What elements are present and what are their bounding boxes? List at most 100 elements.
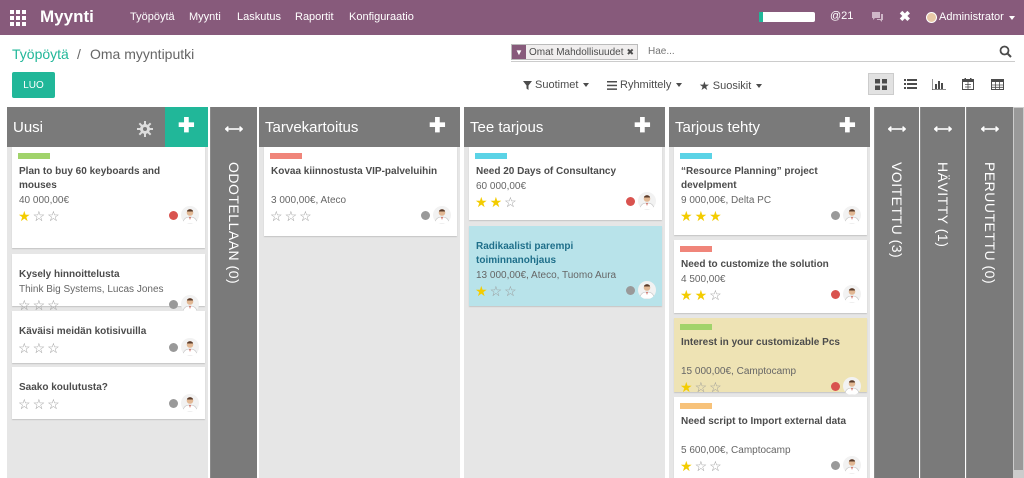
activity-status-dot[interactable] — [831, 211, 840, 220]
star-icon[interactable]: ★ — [680, 379, 695, 395]
kanban-card[interactable]: Kovaa kiinnostusta VIP-palveluihin 3 000,… — [264, 147, 457, 236]
card-title[interactable]: Interest in your customizable Pcs — [681, 336, 860, 350]
kanban-card[interactable]: Need 20 Days of Consultancy 60 000,00€ ★★☆ — [469, 147, 662, 220]
priority-stars[interactable]: ★★☆ — [475, 195, 519, 209]
star-icon[interactable]: ☆ — [33, 208, 48, 224]
star-icon[interactable]: ☆ — [695, 458, 710, 474]
star-icon[interactable]: ★ — [680, 458, 695, 474]
card-title[interactable]: Radikaalisti parempi toiminnanohjaus — [476, 240, 655, 268]
star-icon[interactable]: ★ — [490, 194, 505, 210]
star-icon[interactable]: ☆ — [285, 208, 300, 224]
kanban-view-button[interactable] — [868, 73, 894, 95]
folded-column-odotellaan[interactable]: ⟷ ODOTELLAAN (0) — [210, 107, 257, 478]
card-title[interactable]: Kovaa kiinnostusta VIP-palveluihin — [271, 165, 450, 179]
chat-icon[interactable] — [871, 11, 884, 22]
activity-status-dot[interactable] — [831, 290, 840, 299]
priority-stars[interactable]: ★☆☆ — [680, 459, 724, 473]
activity-status-dot[interactable] — [169, 211, 178, 220]
card-title[interactable]: Saako koulutusta? — [19, 381, 198, 395]
card-title[interactable]: Käväisi meidän kotisivuilla — [19, 325, 198, 339]
star-icon[interactable]: ☆ — [709, 379, 724, 395]
user-menu[interactable]: Administrator — [939, 11, 1015, 23]
star-icon[interactable]: ☆ — [47, 396, 62, 412]
debug-tool-icon[interactable]: ✖ — [899, 8, 911, 25]
priority-stars[interactable]: ☆☆☆ — [18, 298, 62, 312]
facet-remove-icon[interactable]: ✖ — [627, 47, 638, 58]
kanban-card[interactable]: “Resource Planning” project develpment 9 … — [674, 147, 867, 235]
scrollbar-thumb[interactable] — [1014, 108, 1023, 470]
priority-stars[interactable]: ★☆☆ — [18, 209, 62, 223]
folded-column-peruutettu[interactable]: ⟷ PERUUTETTU (0) — [966, 107, 1013, 478]
folded-column-havitty[interactable]: ⟷ HÄVITTY (1) — [920, 107, 965, 478]
mentions-counter[interactable]: @21 — [830, 10, 853, 22]
user-avatar[interactable] — [926, 12, 937, 23]
priority-stars[interactable]: ★★☆ — [680, 288, 724, 302]
activity-status-dot[interactable] — [169, 399, 178, 408]
activity-status-dot[interactable] — [831, 382, 840, 391]
priority-stars[interactable]: ☆☆☆ — [270, 209, 314, 223]
quick-create-plus-icon[interactable]: ✚ — [634, 116, 651, 136]
quick-create-plus-icon[interactable]: ✚ — [429, 116, 446, 136]
unfold-arrows-icon[interactable]: ⟷ — [211, 121, 257, 137]
priority-stars[interactable]: ★☆☆ — [475, 284, 519, 298]
star-icon[interactable]: ☆ — [47, 340, 62, 356]
kanban-card[interactable]: Käväisi meidän kotisivuilla ☆☆☆ — [12, 311, 205, 363]
app-switcher-icon[interactable] — [10, 10, 26, 26]
kanban-card[interactable]: Interest in your customizable Pcs 15 000,… — [674, 318, 867, 395]
card-title[interactable]: “Resource Planning” project develpment — [681, 165, 860, 193]
star-icon[interactable]: ★ — [695, 287, 710, 303]
priority-stars[interactable]: ★★★ — [680, 209, 724, 223]
menu-tyopoyta[interactable]: Työpöytä — [130, 11, 175, 23]
activity-status-dot[interactable] — [169, 300, 178, 309]
unfold-arrows-icon[interactable]: ⟷ — [875, 121, 919, 137]
menu-laskutus[interactable]: Laskutus — [237, 11, 281, 23]
groupby-dropdown[interactable]: Ryhmittely — [607, 79, 683, 91]
card-title[interactable]: Kysely hinnoittelusta — [19, 268, 198, 282]
card-title[interactable]: Need to customize the solution — [681, 258, 860, 272]
star-icon[interactable]: ☆ — [709, 287, 724, 303]
star-icon[interactable]: ☆ — [709, 458, 724, 474]
breadcrumb-root[interactable]: Työpöytä — [12, 46, 69, 62]
activity-status-dot[interactable] — [831, 461, 840, 470]
activity-status-dot[interactable] — [626, 286, 635, 295]
list-view-button[interactable] — [897, 73, 923, 95]
kanban-card[interactable]: Saako koulutusta? ☆☆☆ — [12, 367, 205, 419]
graph-view-button[interactable] — [926, 73, 952, 95]
pivot-view-button[interactable] — [984, 73, 1010, 95]
menu-myynti[interactable]: Myynti — [189, 11, 221, 23]
card-title[interactable]: Plan to buy 60 keyboards and mouses — [19, 165, 198, 193]
star-icon[interactable]: ☆ — [504, 283, 519, 299]
priority-stars[interactable]: ★☆☆ — [680, 380, 724, 394]
star-icon[interactable]: ★ — [18, 208, 33, 224]
onboarding-progress-bar[interactable] — [759, 12, 815, 22]
unfold-arrows-icon[interactable]: ⟷ — [967, 121, 1013, 137]
star-icon[interactable]: ★ — [475, 283, 490, 299]
star-icon[interactable]: ☆ — [299, 208, 314, 224]
star-icon[interactable]: ☆ — [504, 194, 519, 210]
unfold-arrows-icon[interactable]: ⟷ — [921, 121, 965, 137]
menu-konfiguraatio[interactable]: Konfiguraatio — [349, 11, 414, 23]
activity-status-dot[interactable] — [169, 343, 178, 352]
create-button[interactable]: LUO — [12, 72, 55, 98]
star-icon[interactable]: ★ — [695, 208, 710, 224]
kanban-card[interactable]: Radikaalisti parempi toiminnanohjaus 13 0… — [469, 226, 662, 306]
folded-column-voitettu[interactable]: ⟷ VOITETTU (3) — [874, 107, 919, 478]
star-icon[interactable]: ★ — [475, 194, 490, 210]
star-icon[interactable]: ☆ — [33, 340, 48, 356]
star-icon[interactable]: ★ — [680, 287, 695, 303]
card-title[interactable]: Need 20 Days of Consultancy — [476, 165, 655, 179]
card-title[interactable]: Need script to Import external data — [681, 415, 860, 429]
kanban-card[interactable]: Kysely hinnoittelusta Think Big Systems, … — [12, 254, 205, 313]
filters-dropdown[interactable]: Suotimet — [523, 79, 590, 91]
kanban-card[interactable]: Need to customize the solution 4 500,00€ ★… — [674, 240, 867, 313]
kanban-card[interactable]: Plan to buy 60 keyboards and mouses 40 00… — [12, 147, 205, 248]
priority-stars[interactable]: ☆☆☆ — [18, 341, 62, 355]
star-icon[interactable]: ☆ — [47, 208, 62, 224]
favorites-dropdown[interactable]: ★ Suosikit — [699, 79, 763, 93]
search-input[interactable] — [648, 44, 968, 59]
star-icon[interactable]: ☆ — [18, 396, 33, 412]
star-icon[interactable]: ☆ — [695, 379, 710, 395]
star-icon[interactable]: ★ — [709, 208, 724, 224]
priority-stars[interactable]: ☆☆☆ — [18, 397, 62, 411]
gear-icon[interactable] — [137, 121, 153, 137]
